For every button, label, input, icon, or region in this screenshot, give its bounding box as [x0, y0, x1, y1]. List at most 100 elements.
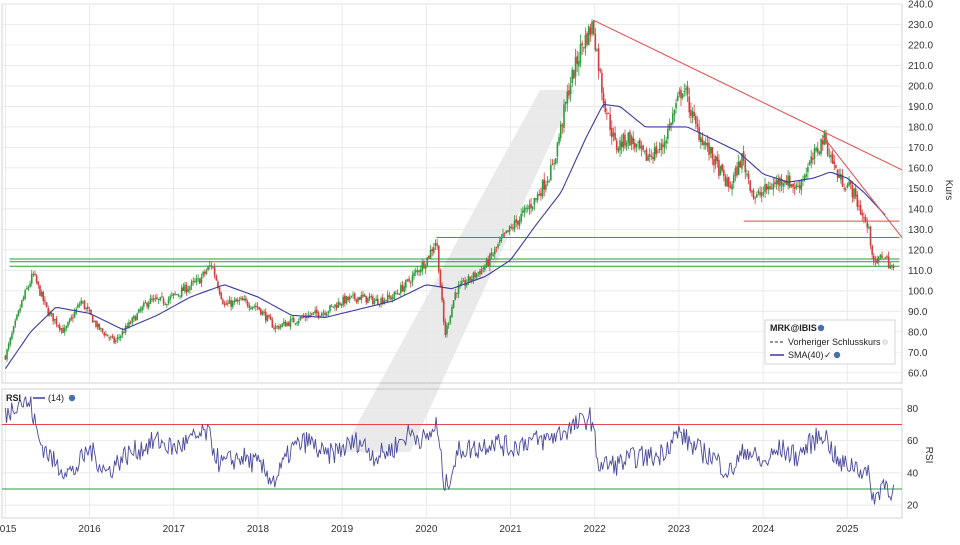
candle-body [103, 332, 106, 336]
candle-body [812, 158, 814, 160]
candle-body [212, 267, 214, 269]
legend-prev-close-toggle-icon[interactable] [882, 339, 888, 345]
candle-body [195, 278, 198, 283]
rsi-tick-label: 40 [907, 468, 919, 479]
candle-body [708, 142, 710, 155]
candle-body [584, 34, 587, 49]
candle-body [538, 194, 541, 196]
legend-sma-check-icon[interactable]: ✓ [824, 350, 832, 360]
candle-body [716, 156, 719, 162]
candle-body [131, 317, 134, 323]
candle-body [487, 259, 489, 266]
candle-body [238, 299, 241, 302]
legend-sma-globe-icon[interactable] [833, 351, 841, 359]
candle-body [721, 164, 724, 171]
legend-symbol-globe-icon[interactable] [817, 324, 825, 332]
candle-body [711, 146, 714, 159]
candle-down [586, 31, 588, 47]
candle-body [52, 313, 54, 322]
candle-body [126, 325, 129, 327]
candle-body [357, 297, 359, 303]
candle-body [615, 140, 618, 150]
candle-body [77, 304, 79, 308]
rsi-legend-globe-icon[interactable] [68, 394, 76, 402]
candle-body [854, 188, 857, 197]
candle-body [756, 194, 758, 198]
candle-body [273, 327, 275, 329]
candle-body [16, 315, 18, 320]
candle-body [299, 316, 302, 321]
candle-body [370, 296, 372, 298]
candle-body [110, 336, 112, 338]
candle-body [25, 288, 28, 290]
candle-body [179, 295, 181, 297]
candle-body [390, 296, 392, 300]
candle-body [879, 254, 882, 257]
candle-body [853, 188, 855, 199]
candle-body [835, 165, 837, 168]
candle-body [675, 102, 677, 109]
candle-down [442, 297, 445, 326]
candle-body [50, 312, 53, 314]
candle-body [330, 305, 333, 307]
candle-body [294, 323, 297, 325]
candle-body [482, 267, 485, 269]
candle-body [512, 227, 514, 229]
candle-body [718, 159, 720, 177]
candle-up [266, 314, 269, 322]
candle-body [480, 268, 483, 275]
candle-body [215, 276, 218, 281]
candle-body [813, 148, 816, 159]
candle-body [35, 275, 38, 283]
candle-up [587, 24, 590, 46]
candle-body [637, 141, 639, 143]
candle-body [151, 298, 153, 300]
candle-body [767, 186, 770, 190]
candle-body [877, 256, 880, 262]
candle-body [805, 174, 808, 177]
candle-body [469, 276, 471, 281]
candle-body [792, 184, 794, 188]
candle-body [535, 198, 537, 200]
candle-body [553, 162, 555, 164]
candle-body [844, 189, 847, 191]
candle-body [830, 155, 832, 158]
candle-body [723, 170, 725, 177]
candle-body [622, 133, 625, 148]
candle-body [451, 306, 453, 318]
candle-body [573, 70, 575, 79]
candle-body [82, 301, 84, 303]
candle-body [27, 286, 30, 290]
candle-body [709, 146, 712, 154]
candle-body [182, 286, 185, 291]
candle-body [467, 276, 470, 283]
candle-body [746, 173, 748, 175]
candle-body [663, 142, 666, 148]
candle-body [749, 180, 752, 191]
candle-body [821, 140, 824, 145]
candle-body [434, 242, 437, 247]
candle-body [4, 355, 7, 360]
candle-body [376, 298, 379, 305]
candle-body [320, 313, 323, 317]
candle-body [40, 291, 43, 297]
candle-body [253, 306, 255, 308]
candle-body [437, 245, 440, 272]
candle-body [550, 165, 552, 181]
candle-body [418, 270, 420, 272]
candle-body [887, 256, 890, 268]
price-legend: MRK@IBIS Vorheriger Schlusskurs SMA(40) … [764, 319, 896, 365]
candle-body [70, 317, 73, 320]
candle-body [596, 49, 598, 51]
candle-body [373, 300, 376, 304]
candle-body [30, 273, 33, 284]
candle-up [719, 165, 722, 176]
price-tick-label: 200.0 [908, 81, 933, 92]
candle-body [602, 93, 605, 104]
candle-body [591, 21, 593, 35]
rsi-tick-label: 80 [907, 404, 919, 415]
candle-body [769, 186, 771, 190]
candle-body [787, 175, 789, 187]
candle-body [472, 272, 475, 281]
candle-up [541, 179, 544, 199]
